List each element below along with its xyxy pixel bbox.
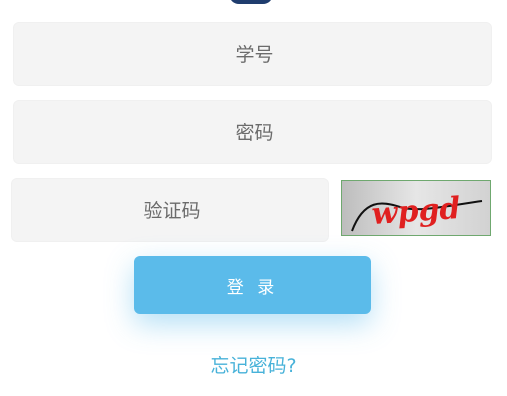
- student-id-input[interactable]: [14, 23, 495, 87]
- captcha-graphic: wpgd: [342, 181, 490, 235]
- captcha-image[interactable]: wpgd: [341, 180, 491, 236]
- captcha-field-box: [11, 178, 332, 243]
- logo: [229, 0, 273, 4]
- password-input[interactable]: [14, 101, 495, 165]
- login-form: wpgd 登 录 忘记密码?: [0, 0, 507, 396]
- login-button[interactable]: 登 录: [134, 256, 371, 314]
- captcha-input[interactable]: [12, 179, 332, 243]
- captcha-text: wpgd: [371, 191, 462, 232]
- forgot-password-link[interactable]: 忘记密码?: [0, 351, 507, 378]
- password-field-box: [13, 100, 495, 165]
- student-id-field-box: [13, 22, 495, 87]
